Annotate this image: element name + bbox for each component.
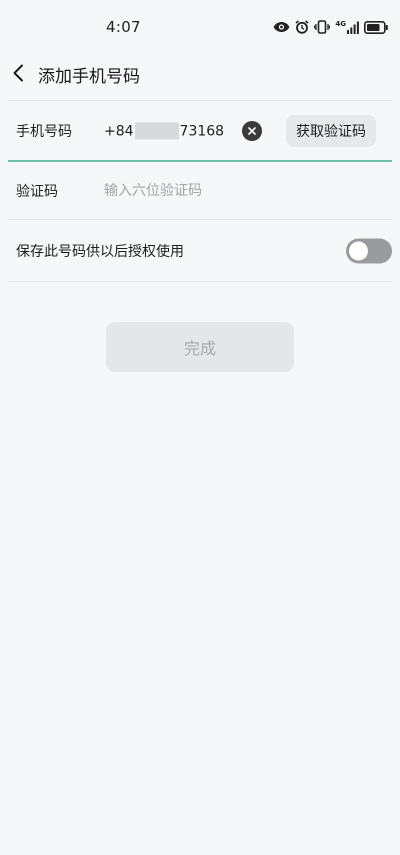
done-button[interactable]: 完成	[106, 322, 294, 372]
phone-input[interactable]: +84 73168	[104, 122, 225, 140]
toggle-knob	[349, 241, 368, 260]
vibrate-icon	[314, 20, 331, 34]
code-input[interactable]	[104, 182, 374, 199]
status-icons: 4G	[273, 18, 388, 36]
signal-icon: 4G	[335, 19, 359, 34]
code-row: 验证码	[8, 162, 392, 219]
phone-mask	[134, 122, 179, 140]
get-code-button[interactable]: 获取验证码	[286, 115, 376, 147]
save-row: 保存此号码供以后授权使用	[8, 220, 392, 281]
code-label: 验证码	[16, 183, 58, 200]
chevron-left-icon	[13, 64, 23, 82]
clear-button[interactable]	[242, 121, 262, 141]
network-type: 4G	[335, 19, 346, 28]
close-icon	[248, 127, 256, 135]
header: 添加手机号码	[0, 54, 400, 94]
phone-label: 手机号码	[16, 124, 72, 140]
back-button[interactable]	[6, 60, 30, 86]
divider	[8, 100, 392, 101]
phone-row: 手机号码 +84 73168 获取验证码	[8, 102, 392, 160]
divider	[8, 281, 392, 282]
save-label: 保存此号码供以后授权使用	[16, 243, 184, 260]
battery-icon	[364, 20, 388, 34]
status-bar: 4:07 4G	[0, 0, 400, 54]
page-title: 添加手机号码	[38, 67, 140, 87]
status-time: 4:07	[106, 18, 141, 36]
save-toggle[interactable]	[346, 238, 392, 263]
phone-suffix: 73168	[179, 123, 225, 139]
alarm-icon	[295, 20, 309, 34]
eye-icon	[273, 21, 290, 33]
phone-prefix: +84	[104, 123, 134, 139]
